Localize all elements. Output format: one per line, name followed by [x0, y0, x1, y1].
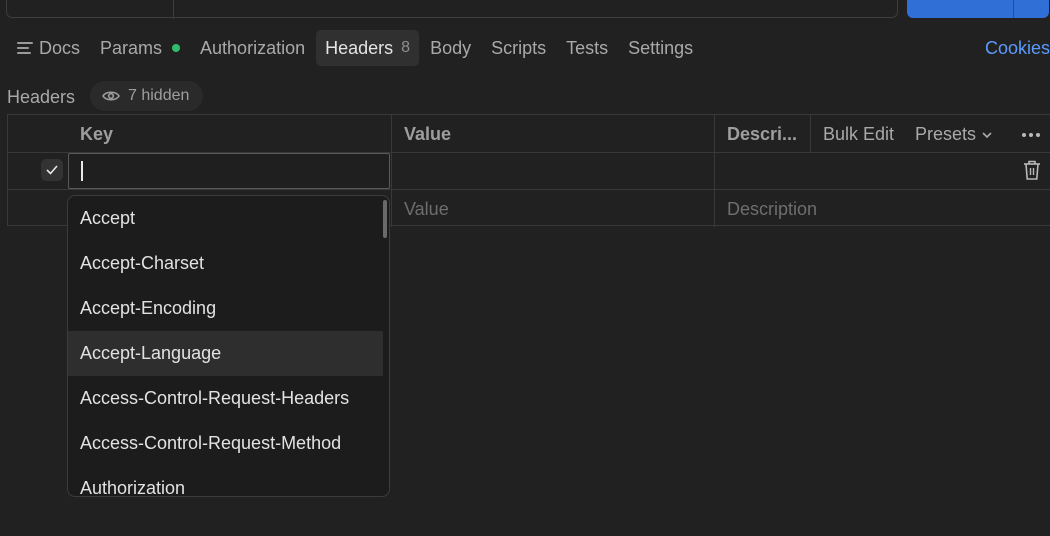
tab-scripts[interactable]: Scripts — [482, 30, 555, 66]
col-divider-desc — [810, 115, 811, 152]
column-header-key: Key — [80, 124, 114, 144]
eye-icon — [102, 91, 120, 101]
autocomplete-option-highlighted[interactable]: Accept-Language — [68, 331, 383, 376]
tab-authorization[interactable]: Authorization — [191, 30, 314, 66]
check-icon — [46, 165, 58, 175]
header-key-input[interactable] — [68, 153, 390, 189]
presets-label: Presets — [915, 124, 977, 144]
tab-settings[interactable]: Settings — [619, 30, 702, 66]
tab-params-label: Params — [100, 37, 163, 58]
tab-headers-label: Headers — [325, 37, 394, 58]
tab-settings-label: Settings — [628, 37, 694, 58]
send-button[interactable] — [907, 0, 1049, 18]
request-tabs: Docs Params Authorization Headers 8 Body… — [8, 30, 704, 66]
presets-dropdown[interactable]: Presets — [915, 124, 992, 145]
autocomplete-scrollbar[interactable] — [383, 200, 387, 238]
tab-docs[interactable]: Docs — [8, 30, 89, 66]
tab-params[interactable]: Params — [91, 30, 189, 66]
autocomplete-option[interactable]: Accept-Charset — [68, 241, 383, 286]
tab-docs-label: Docs — [39, 37, 81, 58]
request-editor: Docs Params Authorization Headers 8 Body… — [0, 0, 1050, 536]
tab-body-label: Body — [430, 37, 472, 58]
description-placeholder[interactable]: Description — [727, 199, 817, 220]
value-placeholder[interactable]: Value — [404, 199, 449, 220]
chevron-down-icon — [982, 131, 992, 138]
autocomplete-option[interactable]: Accept-Encoding — [68, 286, 383, 331]
autocomplete-option[interactable]: Access-Control-Request-Headers — [68, 376, 383, 421]
column-header-value: Value — [404, 124, 452, 144]
col-divider-key — [391, 115, 392, 227]
send-split-divider — [1013, 0, 1014, 18]
col-divider-value — [714, 115, 715, 227]
row-enable-checkbox[interactable] — [41, 159, 63, 181]
header-key-autocomplete: Accept Accept-Charset Accept-Encoding Ac… — [67, 195, 390, 497]
params-active-dot — [172, 44, 181, 52]
tab-tests-label: Tests — [566, 37, 609, 58]
table-row-divider — [8, 189, 1050, 190]
docs-icon — [17, 41, 33, 55]
autocomplete-option[interactable]: Accept — [68, 196, 383, 241]
cookies-link[interactable]: Cookies — [985, 38, 1050, 59]
hidden-headers-count: 7 hidden — [128, 87, 190, 104]
tab-headers-count: 8 — [401, 39, 411, 56]
tab-body[interactable]: Body — [421, 30, 480, 66]
bulk-edit-button[interactable]: Bulk Edit — [823, 124, 894, 145]
method-divider — [173, 0, 174, 19]
autocomplete-option[interactable]: Authorization — [68, 466, 383, 496]
autocomplete-option[interactable]: Access-Control-Request-Method — [68, 421, 383, 466]
hidden-headers-toggle[interactable]: 7 hidden — [90, 81, 204, 111]
headers-section-label: Headers — [7, 87, 76, 107]
tab-headers[interactable]: Headers 8 — [316, 30, 420, 66]
text-caret — [81, 161, 83, 181]
tab-scripts-label: Scripts — [491, 37, 547, 58]
column-header-description: Descri... — [727, 124, 798, 144]
url-bar[interactable] — [6, 0, 898, 19]
tab-authorization-label: Authorization — [200, 37, 306, 58]
tab-tests[interactable]: Tests — [557, 30, 617, 66]
more-options-icon[interactable] — [1022, 133, 1040, 137]
trash-icon[interactable] — [1022, 159, 1042, 181]
